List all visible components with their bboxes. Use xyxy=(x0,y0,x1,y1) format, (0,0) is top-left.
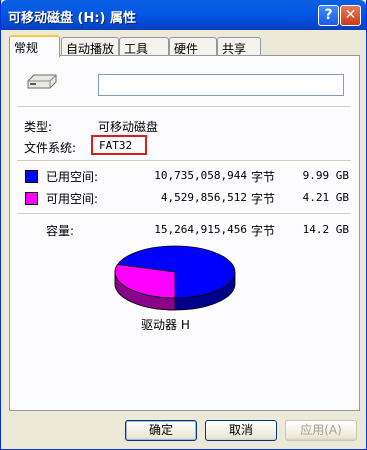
apply-button[interactable]: 应用(A) xyxy=(285,420,357,441)
capacity-size: 14.2 GB xyxy=(302,223,349,236)
divider xyxy=(17,106,351,107)
free-space-swatch xyxy=(25,192,38,205)
drive-label: 驱动器 H xyxy=(141,318,190,332)
filesystem-label: 文件系统: xyxy=(24,141,77,155)
tab-tools[interactable]: 工具 xyxy=(119,37,169,56)
close-button[interactable]: ✕ xyxy=(340,5,361,26)
used-space-unit: 字节 xyxy=(251,170,276,184)
capacity-unit: 字节 xyxy=(251,224,276,238)
disk-usage-pie xyxy=(114,245,236,311)
type-value: 可移动磁盘 xyxy=(98,120,159,134)
properties-window: 可移动磁盘 (H:) 属性 ? ✕ 常规 自动播放 工具 硬件 共享 类型: 可… xyxy=(0,0,367,450)
free-space-unit: 字节 xyxy=(251,192,276,206)
drive-icon xyxy=(27,74,57,89)
used-space-label: 已用空间: xyxy=(46,170,99,184)
tab-general[interactable]: 常规 xyxy=(9,35,60,57)
used-space-swatch xyxy=(25,170,38,183)
divider xyxy=(17,160,351,161)
window-title: 可移动磁盘 (H:) 属性 xyxy=(8,11,137,26)
tab-hardware[interactable]: 硬件 xyxy=(169,37,217,56)
tab-sharing[interactable]: 共享 xyxy=(217,37,261,56)
free-space-bytes: 4,529,856,512 xyxy=(160,191,247,204)
type-label: 类型: xyxy=(24,120,53,134)
volume-label-input[interactable] xyxy=(98,74,344,96)
free-space-size: 4.21 GB xyxy=(302,191,349,204)
free-space-label: 可用空间: xyxy=(46,192,99,206)
capacity-label: 容量: xyxy=(46,224,75,238)
help-button[interactable]: ? xyxy=(318,5,339,26)
cancel-button[interactable]: 取消 xyxy=(205,420,277,441)
ok-button[interactable]: 确定 xyxy=(125,420,197,441)
used-space-size: 9.99 GB xyxy=(302,169,349,182)
divider xyxy=(17,213,351,214)
title-bar[interactable]: 可移动磁盘 (H:) 属性 ? ✕ xyxy=(1,0,366,30)
filesystem-value: FAT32 xyxy=(99,139,133,152)
capacity-bytes: 15,264,915,456 xyxy=(154,223,247,236)
general-panel: 类型: 可移动磁盘 文件系统: FAT32 已用空间: 10,735,058,9… xyxy=(9,55,360,411)
tab-autoplay[interactable]: 自动播放 xyxy=(61,37,119,56)
used-space-bytes: 10,735,058,944 xyxy=(154,169,247,182)
